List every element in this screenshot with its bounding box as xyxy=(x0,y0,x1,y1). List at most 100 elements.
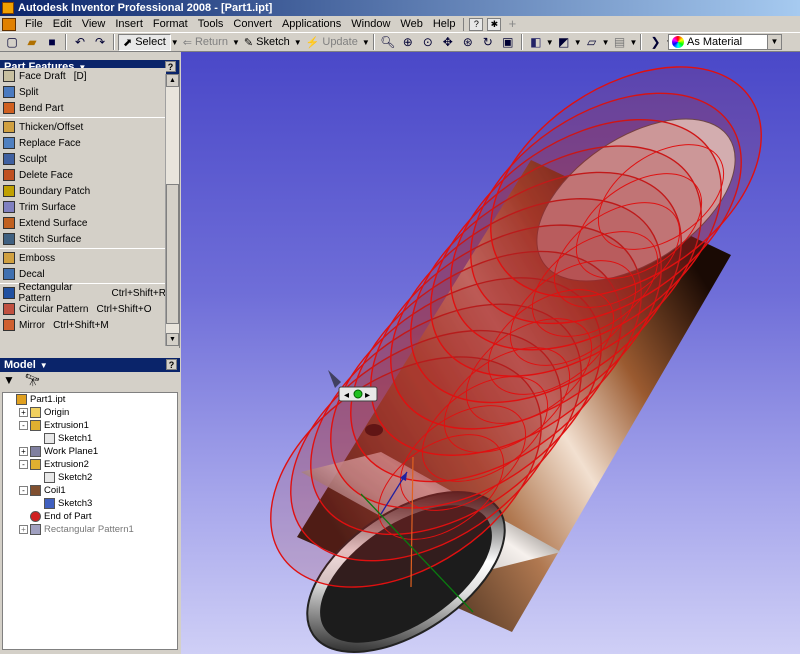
part-feature-item[interactable]: Bend Part xyxy=(0,100,166,116)
rotate-icon[interactable]: ↻ xyxy=(479,34,497,51)
material-select[interactable]: As Material ▼ xyxy=(668,34,782,50)
part-feature-label: Replace Face xyxy=(19,137,81,149)
plus-icon[interactable]: + xyxy=(505,17,519,31)
undo-icon[interactable]: ↶ xyxy=(71,34,89,51)
part-feature-item[interactable]: Mirror Ctrl+Shift+M xyxy=(0,317,166,333)
part-feature-item[interactable]: Rectangular Pattern Ctrl+Shift+R xyxy=(0,282,166,304)
display-dropdown-icon[interactable]: ▼ xyxy=(546,38,554,47)
graphics-viewport[interactable]: ◂ ▸ xyxy=(181,52,800,654)
tree-node[interactable]: + Rectangular Pattern1 xyxy=(3,523,177,536)
part-feature-item[interactable]: Thicken/Offset xyxy=(0,119,166,135)
zoom-selected-icon[interactable]: ⊛ xyxy=(459,34,477,51)
part-feature-item[interactable]: Extend Surface xyxy=(0,215,166,231)
pan-icon[interactable]: ✥ xyxy=(439,34,457,51)
sketch-button[interactable]: ✎ Sketch xyxy=(240,34,294,51)
inventor-app-icon[interactable] xyxy=(2,2,14,14)
chevron-down-icon[interactable]: ▼ xyxy=(767,35,781,49)
menu-insert[interactable]: Insert xyxy=(110,16,148,32)
forward-icon[interactable]: ❯ xyxy=(646,34,664,51)
menu-applications[interactable]: Applications xyxy=(277,16,346,32)
new-icon[interactable]: ▢ xyxy=(3,34,21,51)
menu-edit[interactable]: Edit xyxy=(48,16,77,32)
expand-icon[interactable]: + xyxy=(19,525,28,534)
menu-web[interactable]: Web xyxy=(395,16,427,32)
document-icon[interactable] xyxy=(2,17,16,31)
return-dropdown-icon[interactable]: ▼ xyxy=(232,38,240,47)
tree-node[interactable]: Part1.ipt xyxy=(3,393,177,406)
part-feature-item[interactable]: Replace Face xyxy=(0,135,166,151)
part-feature-item[interactable]: Circular Pattern Ctrl+Shift+O xyxy=(0,301,166,317)
part-features-scrollbar[interactable]: ▲ ▼ xyxy=(165,74,179,346)
sectioning-dropdown-icon[interactable]: ▼ xyxy=(630,38,638,47)
arrow-left-icon[interactable]: ◂ xyxy=(344,390,349,401)
update-dropdown-icon[interactable]: ▼ xyxy=(362,38,370,47)
tree-node[interactable]: - Extrusion2 xyxy=(3,458,177,471)
part-feature-item[interactable]: Face Draft [D] xyxy=(0,68,166,84)
redo-icon[interactable]: ↷ xyxy=(91,34,109,51)
panel-dropdown-icon[interactable]: ▼ xyxy=(40,361,48,370)
zoom-all-icon[interactable]: 🔍︎ xyxy=(379,34,397,51)
perspective-dropdown-icon[interactable]: ▼ xyxy=(602,38,610,47)
zoom-window-icon[interactable]: ⊕ xyxy=(399,34,417,51)
tree-node[interactable]: - Extrusion1 xyxy=(3,419,177,432)
look-at-icon[interactable]: ▣ xyxy=(499,34,517,51)
sketch-dropdown-icon[interactable]: ▼ xyxy=(294,38,302,47)
help-icon[interactable]: ? xyxy=(166,359,177,370)
material-value: As Material xyxy=(687,36,743,48)
tree-node[interactable]: + Origin xyxy=(3,406,177,419)
collapse-icon[interactable]: - xyxy=(19,460,28,469)
tree-node[interactable]: Sketch3 xyxy=(3,497,177,510)
part-feature-item[interactable]: Delete Face xyxy=(0,167,166,183)
save-icon[interactable]: ■ xyxy=(43,34,61,51)
whats-this-help-icon[interactable]: ? xyxy=(469,17,484,31)
menu-file[interactable]: File xyxy=(20,16,48,32)
axis-triad xyxy=(328,370,341,388)
arrow-right-icon[interactable]: ▸ xyxy=(365,390,370,401)
part-feature-item[interactable]: Split xyxy=(0,84,166,100)
sectioning-icon[interactable]: ▤ xyxy=(611,34,629,51)
tree-node[interactable]: + Work Plane1 xyxy=(3,445,177,458)
shaded-display-icon[interactable]: ◧ xyxy=(527,34,545,51)
filter-icon[interactable]: ▼ xyxy=(3,373,15,387)
menu-window[interactable]: Window xyxy=(346,16,395,32)
tree-node[interactable]: End of Part xyxy=(3,510,177,523)
menu-view[interactable]: View xyxy=(77,16,111,32)
part-model-3d[interactable]: ◂ ▸ xyxy=(181,52,800,654)
expand-icon[interactable]: + xyxy=(19,408,28,417)
menu-help[interactable]: Help xyxy=(428,16,461,32)
part-feature-item[interactable]: Sculpt xyxy=(0,151,166,167)
shortcut-text: [D] xyxy=(73,70,87,82)
select-dropdown-icon[interactable]: ▼ xyxy=(171,38,179,47)
shadow-dropdown-icon[interactable]: ▼ xyxy=(574,38,582,47)
part-feature-item[interactable]: Boundary Patch xyxy=(0,183,166,199)
find-icon[interactable]: 🔭︎ xyxy=(25,373,40,387)
part-feature-item[interactable]: Decal xyxy=(0,266,166,282)
open-icon[interactable]: ▰ xyxy=(23,34,41,51)
collapse-icon[interactable]: - xyxy=(19,486,28,495)
shadow-icon[interactable]: ◩ xyxy=(555,34,573,51)
tree-node[interactable]: Sketch2 xyxy=(3,471,177,484)
design-assistant-icon[interactable]: ✱ xyxy=(487,17,502,31)
direction-dot-icon[interactable] xyxy=(353,389,363,399)
part-feature-item[interactable]: Emboss xyxy=(0,250,166,266)
perspective-icon[interactable]: ▱ xyxy=(583,34,601,51)
scroll-down-icon[interactable]: ▼ xyxy=(166,333,179,346)
zoom-icon[interactable]: ⊙ xyxy=(419,34,437,51)
scroll-thumb[interactable] xyxy=(166,184,179,324)
expand-icon[interactable]: + xyxy=(19,447,28,456)
select-button[interactable]: ⬈ Select xyxy=(118,33,171,51)
part-feature-item[interactable]: Stitch Surface xyxy=(0,231,166,247)
coil-direction-handle[interactable]: ◂ ▸ xyxy=(338,386,378,402)
scroll-up-icon[interactable]: ▲ xyxy=(166,74,179,87)
part-feature-item[interactable]: Trim Surface xyxy=(0,199,166,215)
menu-tools[interactable]: Tools xyxy=(193,16,229,32)
menu-convert[interactable]: Convert xyxy=(228,16,277,32)
return-button[interactable]: ⇐ Return xyxy=(179,34,232,51)
model-header[interactable]: Model ▼ ? xyxy=(0,358,180,372)
menu-format[interactable]: Format xyxy=(148,16,193,32)
help-icon[interactable]: ? xyxy=(165,61,176,72)
tree-node[interactable]: - Coil1 xyxy=(3,484,177,497)
collapse-icon[interactable]: - xyxy=(19,421,28,430)
tree-node[interactable]: Sketch1 xyxy=(3,432,177,445)
update-button[interactable]: ⚡ Update xyxy=(302,34,362,51)
